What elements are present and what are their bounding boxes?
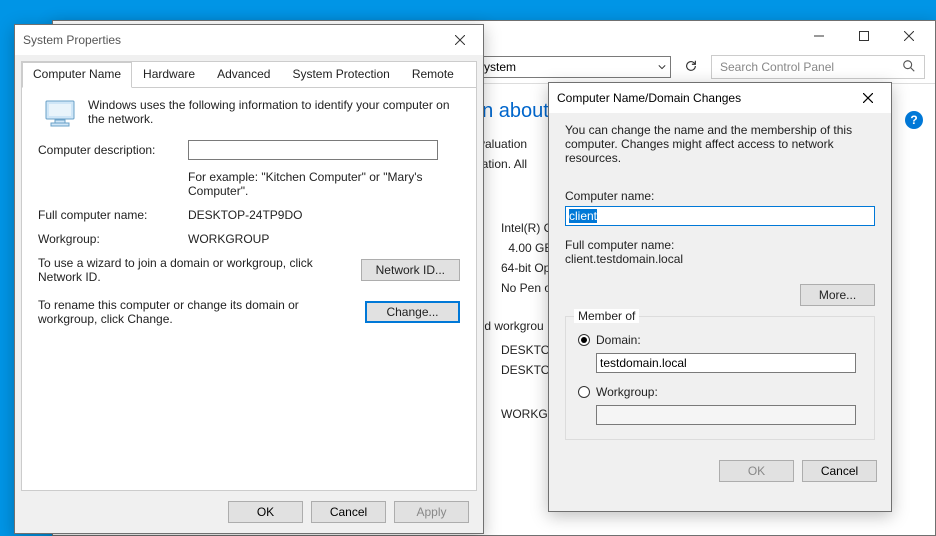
network-id-button[interactable]: Network ID... — [361, 259, 460, 281]
minimize-button[interactable] — [796, 22, 841, 50]
dialog-button-row: OK Cancel Apply — [15, 491, 483, 533]
full-name-label: Full computer name: — [565, 238, 875, 252]
tab-body: Windows uses the following information t… — [22, 88, 476, 346]
close-button[interactable] — [886, 22, 931, 50]
radio-selected-icon — [578, 334, 590, 346]
search-icon — [902, 59, 916, 76]
computer-name-label: Computer name: — [565, 189, 875, 203]
member-of-group: Member of Domain: Workgroup: — [565, 316, 875, 440]
refresh-button[interactable] — [681, 59, 701, 76]
domain-changes-dialog: Computer Name/Domain Changes You can cha… — [548, 82, 892, 512]
ok-button[interactable]: OK — [719, 460, 794, 482]
dialog-button-row: OK Cancel — [549, 450, 891, 492]
titlebar: System Properties — [15, 25, 483, 55]
system-properties-dialog: System Properties Computer Name Hardware… — [14, 24, 484, 534]
radio-unselected-icon — [578, 386, 590, 398]
computer-icon — [38, 98, 88, 130]
search-placeholder: Search Control Panel — [720, 60, 902, 74]
cancel-button[interactable]: Cancel — [311, 501, 386, 523]
tab-hardware[interactable]: Hardware — [132, 62, 206, 88]
computer-name-value: client — [569, 209, 597, 223]
cancel-button[interactable]: Cancel — [802, 460, 877, 482]
workgroup-label: Workgroup: — [38, 232, 188, 246]
dialog-body: You can change the name and the membersh… — [549, 113, 891, 450]
workgroup-label: Workgroup: — [596, 385, 658, 399]
tab-system-protection[interactable]: System Protection — [281, 62, 400, 88]
full-name-value: client.testdomain.local — [565, 252, 875, 266]
tab-remote[interactable]: Remote — [401, 62, 465, 88]
dialog-title: Computer Name/Domain Changes — [557, 91, 853, 105]
apply-button[interactable]: Apply — [394, 501, 469, 523]
close-button[interactable] — [853, 84, 883, 112]
search-input[interactable]: Search Control Panel — [711, 55, 925, 79]
computer-name-input[interactable]: client — [565, 206, 875, 226]
close-button[interactable] — [445, 26, 475, 54]
maximize-button[interactable] — [841, 22, 886, 50]
domain-radio[interactable]: Domain: — [578, 333, 862, 347]
more-button[interactable]: More... — [800, 284, 875, 306]
workgroup-radio[interactable]: Workgroup: — [578, 385, 862, 399]
change-text: To rename this computer or change its do… — [38, 298, 365, 326]
workgroup-input — [596, 405, 856, 425]
ok-button[interactable]: OK — [228, 501, 303, 523]
group-label: Member of — [574, 309, 639, 323]
tab-computer-name[interactable]: Computer Name — [22, 62, 132, 88]
intro-text: Windows uses the following information t… — [88, 98, 460, 126]
desc-label: Computer description: — [38, 143, 188, 157]
chevron-down-icon — [658, 60, 666, 74]
workgroup-value: WORKGROUP — [188, 232, 269, 246]
dialog-title: System Properties — [23, 33, 445, 47]
tab-advanced[interactable]: Advanced — [206, 62, 281, 88]
full-name-label: Full computer name: — [38, 208, 188, 222]
tab-row: Computer Name Hardware Advanced System P… — [22, 61, 476, 88]
domain-input[interactable] — [596, 353, 856, 373]
domain-label: Domain: — [596, 333, 641, 347]
wizard-text: To use a wizard to join a domain or work… — [38, 256, 361, 284]
full-name-value: DESKTOP-24TP9DO — [188, 208, 302, 222]
titlebar: Computer Name/Domain Changes — [549, 83, 891, 113]
desc-example: For example: "Kitchen Computer" or "Mary… — [188, 170, 460, 198]
info-value: 4.00 GB — [508, 241, 552, 255]
breadcrumb-dropdown[interactable]: System — [471, 56, 671, 78]
intro-text: You can change the name and the membersh… — [565, 123, 875, 165]
change-button[interactable]: Change... — [365, 301, 460, 323]
computer-description-input[interactable] — [188, 140, 438, 160]
help-icon[interactable]: ? — [905, 111, 923, 129]
